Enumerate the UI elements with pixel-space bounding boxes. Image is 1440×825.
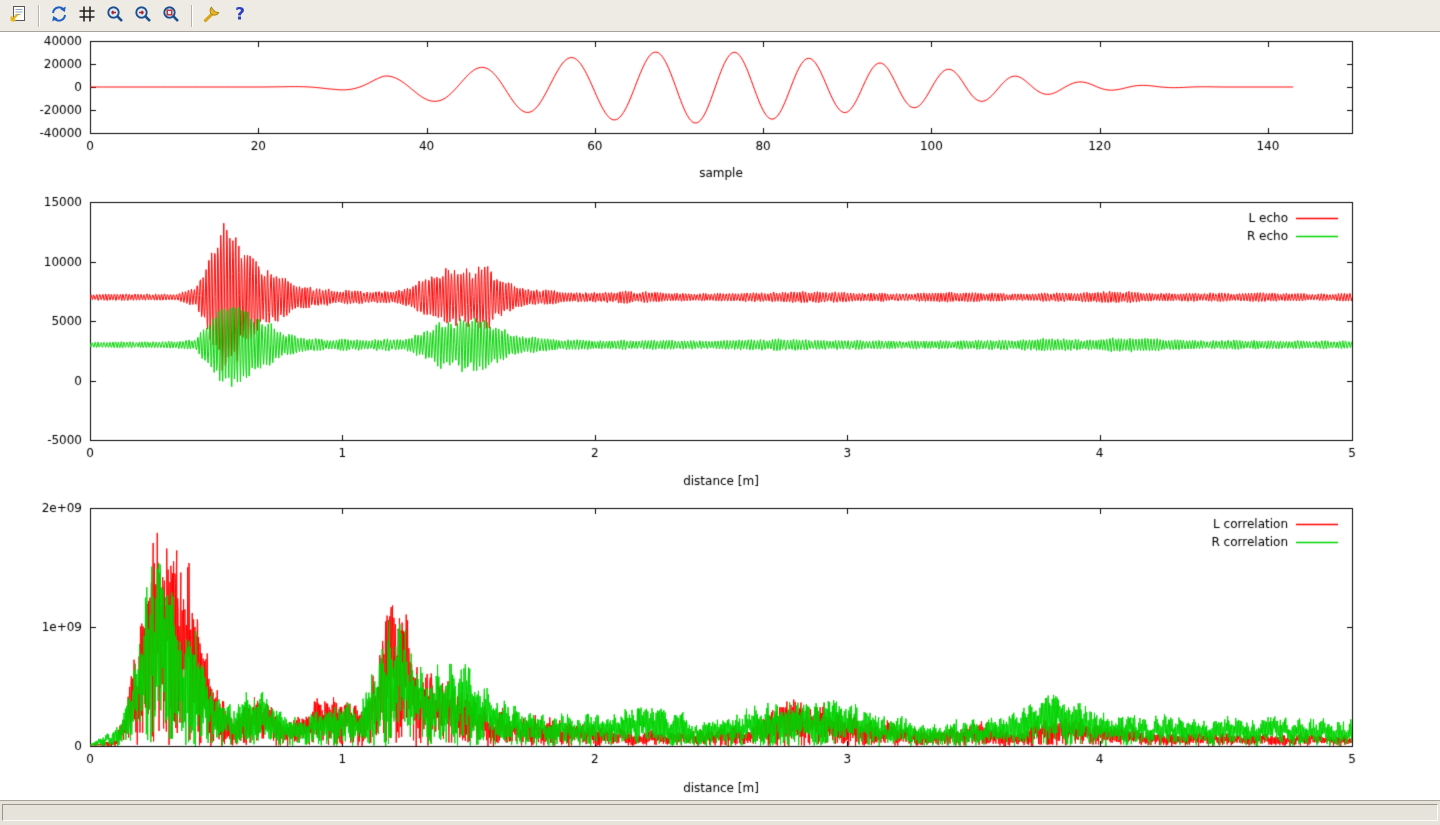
help-button[interactable]: ? bbox=[227, 3, 253, 29]
clipboard-icon bbox=[8, 4, 28, 27]
echo-chart-canvas[interactable] bbox=[0, 190, 1440, 497]
autoscale-button[interactable] bbox=[158, 3, 184, 29]
copy-to-clipboard-button[interactable] bbox=[5, 3, 31, 29]
zoom-next-button[interactable] bbox=[130, 3, 156, 29]
help-icon: ? bbox=[230, 4, 250, 27]
toolbar-separator bbox=[38, 5, 39, 27]
configure-button[interactable] bbox=[199, 3, 225, 29]
zoom-next-icon bbox=[133, 4, 153, 27]
toolbar-separator bbox=[191, 5, 192, 27]
gnuplot-window: ? bbox=[0, 0, 1440, 825]
correlation-chart-canvas[interactable] bbox=[0, 497, 1440, 800]
toolbar: ? bbox=[0, 0, 1440, 32]
pulse-chart-canvas[interactable] bbox=[0, 32, 1440, 190]
status-text bbox=[2, 804, 1438, 821]
toggle-grid-button[interactable] bbox=[74, 3, 100, 29]
zoom-previous-icon bbox=[105, 4, 125, 27]
plot-area bbox=[0, 32, 1440, 800]
status-bar bbox=[0, 800, 1440, 825]
grid-icon bbox=[77, 4, 97, 27]
wrench-icon bbox=[202, 4, 222, 27]
replot-button[interactable] bbox=[46, 3, 72, 29]
svg-text:?: ? bbox=[235, 5, 245, 25]
zoom-reset-icon bbox=[161, 4, 181, 27]
refresh-icon bbox=[49, 4, 69, 27]
zoom-previous-button[interactable] bbox=[102, 3, 128, 29]
